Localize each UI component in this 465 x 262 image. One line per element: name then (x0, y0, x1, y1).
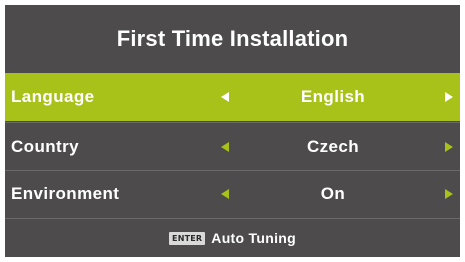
right-arrow-icon[interactable] (445, 189, 453, 199)
right-arrow-icon[interactable] (445, 142, 453, 152)
setting-value-language: English (300, 87, 366, 106)
setting-value-country: Czech (306, 137, 360, 156)
setting-label-language: Language (11, 87, 95, 106)
auto-tuning-hint: Auto Tuning (211, 230, 296, 246)
setting-row-country[interactable]: Country Czech (5, 123, 460, 171)
setting-value-environment: On (320, 184, 346, 203)
setting-label-environment: Environment (11, 184, 120, 203)
right-arrow-icon[interactable] (445, 92, 453, 102)
installation-dialog: First Time Installation Language English… (5, 5, 460, 257)
enter-key-icon: ENTER (169, 231, 206, 245)
left-arrow-icon[interactable] (221, 189, 229, 199)
left-arrow-icon[interactable] (221, 142, 229, 152)
footer-hint: ENTER Auto Tuning (5, 219, 460, 257)
setting-row-language[interactable]: Language English (5, 73, 460, 121)
left-arrow-icon[interactable] (221, 92, 229, 102)
setting-row-environment[interactable]: Environment On (5, 170, 460, 218)
setting-label-country: Country (11, 137, 79, 156)
dialog-title: First Time Installation (116, 26, 349, 51)
